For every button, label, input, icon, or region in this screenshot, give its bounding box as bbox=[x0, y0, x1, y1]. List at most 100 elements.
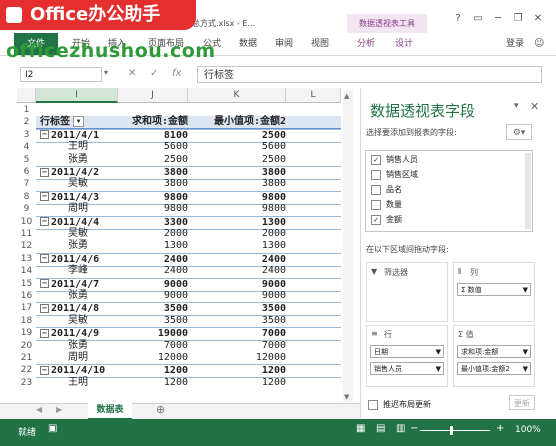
sum-cell[interactable]: 9800 bbox=[118, 192, 188, 204]
sum-cell[interactable]: 3500 bbox=[118, 315, 188, 327]
sum-cell[interactable]: 9000 bbox=[118, 279, 188, 291]
row-header[interactable]: 10 bbox=[17, 216, 36, 228]
min-cell[interactable]: 3500 bbox=[188, 315, 286, 327]
row-header[interactable]: 7 bbox=[17, 178, 36, 190]
checkbox-icon[interactable] bbox=[368, 399, 378, 410]
min-cell[interactable]: 9800 bbox=[188, 203, 286, 215]
sum-cell[interactable]: 3800 bbox=[118, 178, 188, 190]
user-icon[interactable]: ☺ bbox=[534, 38, 544, 49]
close-icon[interactable]: ✕ bbox=[530, 13, 546, 27]
row-header[interactable]: 15 bbox=[17, 278, 36, 290]
name-box-dropdown-icon[interactable]: ▾ bbox=[104, 68, 108, 77]
field-item[interactable]: ✓ 金额 bbox=[371, 213, 402, 227]
row-header[interactable]: 16 bbox=[17, 290, 36, 302]
pane-close-icon[interactable]: ✕ bbox=[530, 100, 539, 113]
table-row[interactable]: 王明 1200 1200 bbox=[36, 377, 341, 389]
tab-analyze[interactable]: 分析 bbox=[352, 33, 380, 55]
min-cell[interactable]: 最小值项:金额2 bbox=[188, 116, 286, 128]
update-button[interactable]: 更新 bbox=[509, 395, 535, 410]
table-row[interactable]: 周明 12000 12000 bbox=[36, 352, 341, 364]
field-item[interactable]: 数量 bbox=[371, 198, 402, 212]
field-item[interactable]: 品名 bbox=[371, 183, 402, 197]
row-header[interactable]: 17 bbox=[17, 302, 36, 314]
select-all-corner[interactable] bbox=[17, 88, 36, 103]
row-label-cell[interactable] bbox=[40, 104, 118, 116]
table-row[interactable]: 吴敏 3500 3500 bbox=[36, 315, 341, 327]
sum-cell[interactable]: 求和项:金额 bbox=[118, 116, 188, 128]
page-layout-view-icon[interactable]: ▤ bbox=[376, 423, 385, 434]
checkbox-icon[interactable] bbox=[371, 184, 381, 195]
zoom-slider[interactable] bbox=[420, 430, 490, 431]
table-row[interactable]: 王明 5600 5600 bbox=[36, 141, 341, 153]
enter-icon[interactable]: ✓ bbox=[150, 68, 158, 79]
sum-cell[interactable]: 1200 bbox=[118, 365, 188, 377]
sum-cell[interactable]: 2400 bbox=[118, 265, 188, 277]
chevron-down-icon[interactable]: ▼ bbox=[436, 346, 441, 357]
checked-checkbox-icon[interactable]: ✓ bbox=[371, 214, 381, 225]
row-header[interactable]: 4 bbox=[17, 141, 36, 153]
row-header[interactable]: 18 bbox=[17, 315, 36, 327]
sum-cell[interactable]: 5600 bbox=[118, 141, 188, 153]
row-header[interactable]: 14 bbox=[17, 265, 36, 277]
min-cell[interactable]: 1300 bbox=[188, 240, 286, 252]
column-header-l[interactable]: L bbox=[286, 88, 341, 103]
row-header[interactable]: 2 bbox=[17, 116, 36, 128]
sum-cell[interactable]: 9000 bbox=[118, 290, 188, 302]
row-header[interactable]: 11 bbox=[17, 228, 36, 240]
sum-cell[interactable]: 9800 bbox=[118, 203, 188, 215]
row-label-cell[interactable]: −2011/4/1 bbox=[40, 130, 118, 142]
page-break-view-icon[interactable]: ▥ bbox=[396, 423, 405, 434]
sum-cell[interactable]: 3500 bbox=[118, 303, 188, 315]
zoom-in-icon[interactable]: + bbox=[496, 423, 504, 434]
scroll-up-icon[interactable]: ▲ bbox=[344, 92, 349, 100]
table-row[interactable]: 张勇 7000 7000 bbox=[36, 340, 341, 352]
sum-cell[interactable]: 12000 bbox=[118, 352, 188, 364]
table-row[interactable]: 吴敏 2000 2000 bbox=[36, 228, 341, 240]
row-header[interactable]: 13 bbox=[17, 253, 36, 265]
collapse-icon[interactable]: − bbox=[40, 254, 49, 264]
gear-icon[interactable]: ⚙▾ bbox=[506, 124, 532, 140]
name-box[interactable]: I2 bbox=[20, 67, 102, 82]
row-label-cell[interactable]: −2011/4/10 bbox=[40, 365, 118, 377]
defer-layout-checkbox[interactable]: 推迟布局更新 bbox=[368, 399, 431, 410]
collapse-icon[interactable]: − bbox=[40, 279, 49, 289]
sheet-tab-data[interactable]: 数据表 bbox=[88, 403, 132, 420]
row-label-cell[interactable]: −2011/4/7 bbox=[40, 279, 118, 291]
min-cell[interactable] bbox=[188, 104, 286, 116]
vertical-scrollbar[interactable] bbox=[343, 90, 353, 402]
collapse-icon[interactable]: − bbox=[40, 328, 49, 338]
row-header[interactable]: 1 bbox=[17, 104, 36, 116]
min-cell[interactable]: 12000 bbox=[188, 352, 286, 364]
sum-cell[interactable]: 1300 bbox=[118, 240, 188, 252]
row-label-cell[interactable]: 行标签 ▼ bbox=[40, 116, 118, 128]
tab-data[interactable]: 数据 bbox=[234, 33, 262, 55]
row-header[interactable]: 21 bbox=[17, 352, 36, 364]
insert-function-icon[interactable]: fx bbox=[172, 68, 181, 79]
min-cell[interactable]: 2500 bbox=[188, 154, 286, 166]
row-header[interactable]: 3 bbox=[17, 129, 36, 141]
collapse-icon[interactable]: − bbox=[40, 365, 49, 375]
table-row[interactable]: 李峰 2400 2400 bbox=[36, 265, 341, 277]
pivot-header-row[interactable]: 行标签 ▼ 求和项:金额 最小值项:金额2 bbox=[36, 116, 341, 130]
restore-icon[interactable]: ❐ bbox=[510, 13, 526, 27]
row-header[interactable]: 5 bbox=[17, 154, 36, 166]
table-row[interactable]: 张勇 9000 9000 bbox=[36, 290, 341, 302]
collapse-icon[interactable]: − bbox=[40, 303, 49, 313]
sheet-next-icon[interactable]: ▶ bbox=[56, 405, 62, 414]
checked-checkbox-icon[interactable]: ✓ bbox=[371, 154, 381, 165]
row-header[interactable]: 12 bbox=[17, 240, 36, 252]
row-label-cell[interactable]: −2011/4/9 bbox=[40, 328, 118, 340]
column-header-k[interactable]: K bbox=[188, 88, 286, 103]
zoom-level[interactable]: 100% bbox=[515, 425, 541, 435]
row-header[interactable]: 20 bbox=[17, 340, 36, 352]
rows-item-salesperson[interactable]: 销售人员 ▼ bbox=[370, 362, 444, 375]
row-header[interactable]: 23 bbox=[17, 377, 36, 389]
min-cell[interactable]: 7000 bbox=[188, 328, 286, 340]
add-sheet-icon[interactable]: ⊕ bbox=[156, 403, 165, 416]
collapse-icon[interactable]: − bbox=[40, 130, 49, 140]
collapse-icon[interactable]: − bbox=[40, 192, 49, 202]
tab-design[interactable]: 设计 bbox=[390, 33, 418, 55]
row-header[interactable]: 6 bbox=[17, 166, 36, 178]
values-item-sum[interactable]: 求和项:金额 ▼ bbox=[457, 345, 531, 358]
cancel-icon[interactable]: ✕ bbox=[128, 68, 136, 79]
